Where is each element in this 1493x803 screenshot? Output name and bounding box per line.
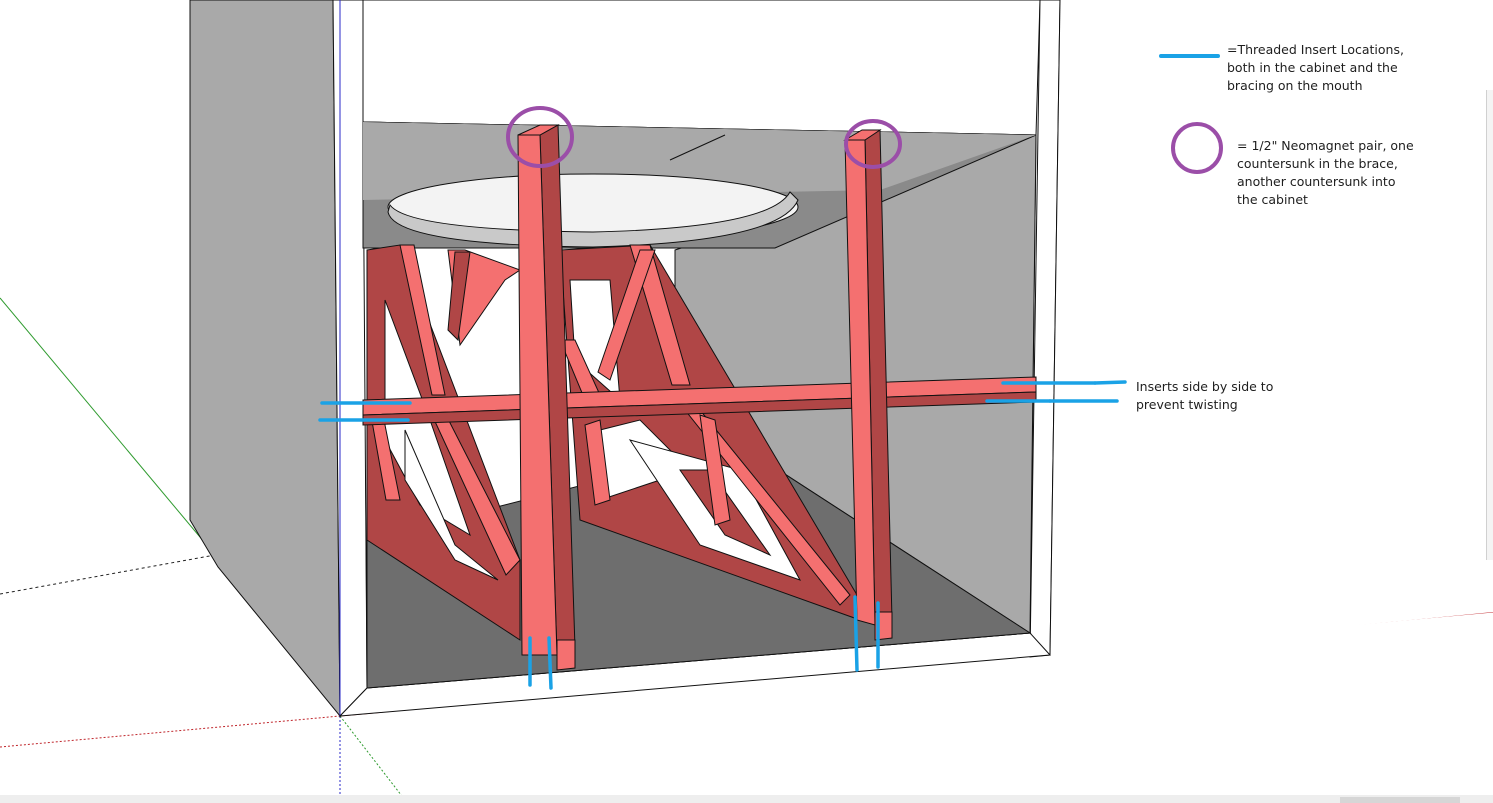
insert-post-right-a [853,595,859,672]
legend-insert-label: =Threaded Insert Locations, both in the … [1227,42,1404,93]
legend-magnet-label: = 1/2" Neomagnet pair, one countersunk i… [1237,138,1414,207]
right-panel-edge[interactable] [1486,90,1493,560]
insert-post-left-b [547,636,553,690]
cabinet-front-top [362,0,1041,136]
green-axis-line [0,297,216,556]
left-post-foot [556,639,576,671]
insert-right-upper-b [1093,380,1127,385]
cabinet-left-side [189,0,341,718]
green-axis-dotted [339,715,406,801]
black-dashed-left [0,554,216,595]
cabinet-right-outer [1050,0,1493,655]
status-bar-tab[interactable] [1340,797,1460,803]
status-bar [0,795,1493,803]
red-axis-dotted [0,715,341,748]
side-by-side-note: Inserts side by side to prevent twisting [1136,379,1274,412]
